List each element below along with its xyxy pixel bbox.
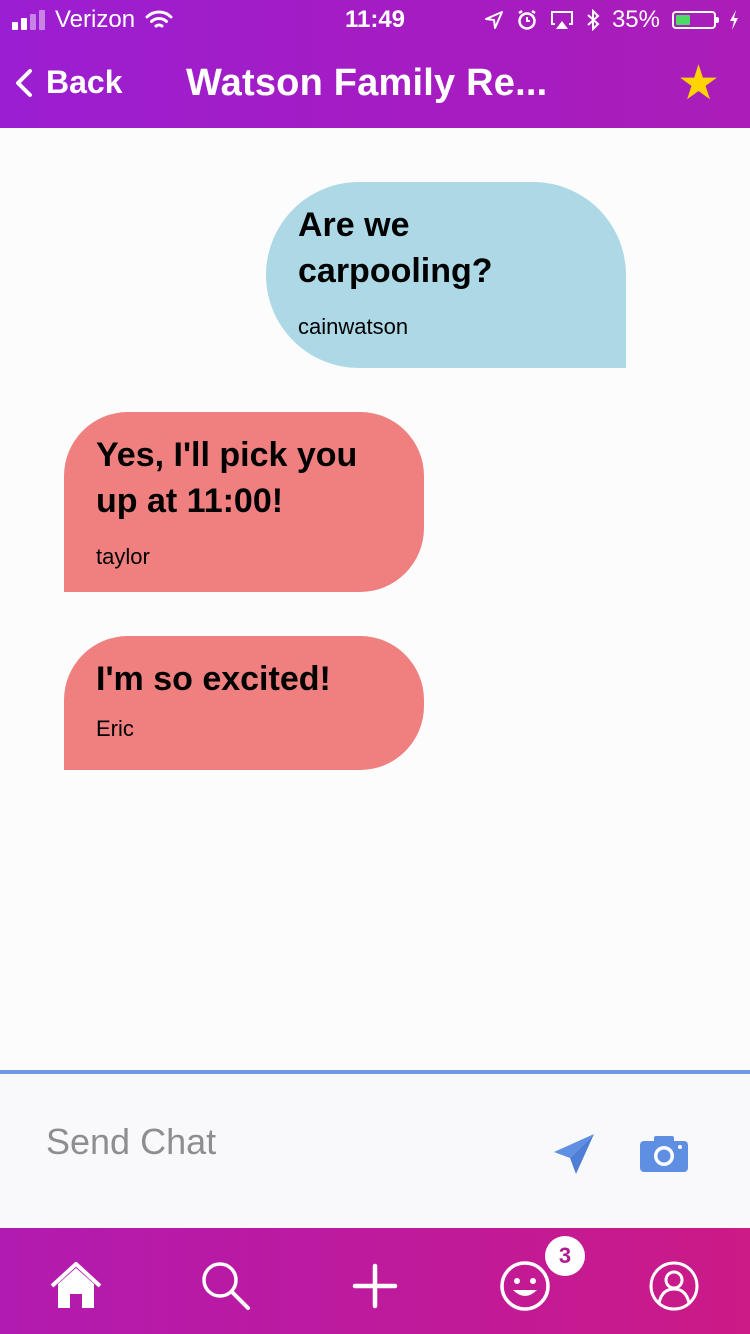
notification-badge: 3	[545, 1236, 585, 1276]
star-icon[interactable]: ★	[677, 60, 720, 108]
message-text: Yes, I'll pick you up at 11:00!	[96, 436, 358, 520]
camera-icon[interactable]	[638, 1134, 690, 1174]
back-button[interactable]: Back	[14, 64, 123, 101]
message-bubble-received: Yes, I'll pick you up at 11:00! taylor	[64, 412, 424, 592]
message-author: cainwatson	[298, 314, 409, 339]
chat-title: Watson Family Re...	[186, 62, 548, 104]
battery-percent: 35%	[611, 6, 660, 33]
message-text: Are we carpooling?	[298, 206, 493, 290]
back-label: Back	[46, 64, 123, 100]
location-icon	[484, 11, 503, 29]
chat-input[interactable]	[44, 1120, 488, 1164]
charging-icon	[730, 10, 738, 30]
send-icon[interactable]	[552, 1132, 596, 1176]
alarm-icon	[518, 9, 536, 30]
message-author: taylor	[96, 544, 150, 569]
add-icon[interactable]	[347, 1258, 403, 1314]
message-text: I'm so excited!	[96, 660, 331, 698]
battery-icon	[672, 11, 719, 29]
smiley-icon[interactable]	[497, 1258, 553, 1314]
airplay-icon	[550, 11, 573, 29]
tab-bar: 3	[0, 1228, 750, 1334]
bluetooth-icon	[587, 9, 600, 31]
top-bar: Verizon 11:49 35% Back Watson Family Re.…	[0, 0, 750, 128]
home-icon[interactable]	[48, 1258, 104, 1314]
chevron-left-icon	[16, 68, 32, 97]
navigation-bar: Back Watson Family Re... ★	[0, 40, 750, 128]
message-author: Eric	[96, 716, 134, 741]
profile-icon[interactable]	[646, 1258, 702, 1314]
message-bubble-received: I'm so excited! Eric	[64, 636, 424, 770]
status-bar: Verizon 11:49 35%	[0, 0, 750, 40]
chat-composer	[0, 1070, 750, 1228]
message-bubble-sent: Are we carpooling? cainwatson	[266, 182, 626, 368]
search-icon[interactable]	[198, 1258, 254, 1314]
